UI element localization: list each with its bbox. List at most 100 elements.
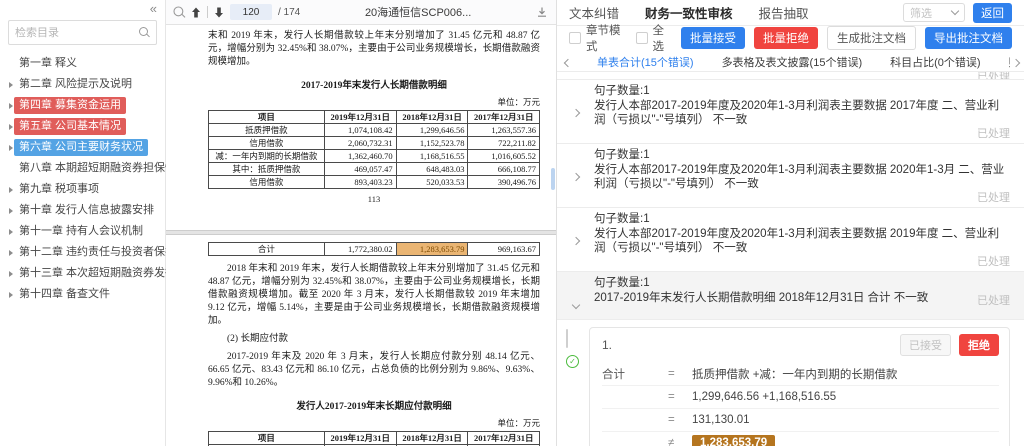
batch-reject-button[interactable]: 批量拒绝 — [754, 27, 818, 49]
checkbox-icon[interactable] — [635, 32, 648, 44]
export-annotation-doc-button[interactable]: 导出批注文档 — [925, 27, 1012, 49]
filter-select[interactable]: 筛选 — [903, 3, 965, 22]
formula-label: 合计 — [602, 368, 625, 381]
sidebar-item-chapter2[interactable]: 第二章 风险提示及说明 — [0, 74, 165, 95]
sidebar-item-chapter5[interactable]: 第五章 公司基本情况 — [0, 116, 165, 137]
error-item-expanded[interactable]: 句子数量:1 2017-2019年末发行人长期借款明细 2018年12月31日 … — [557, 272, 1024, 320]
formula-operator: = — [668, 367, 675, 380]
table-cell: 减：一年内到期的长期借款 — [208, 149, 325, 163]
viewer-scrollbar-thumb[interactable] — [551, 168, 555, 190]
detail-checkbox[interactable] — [566, 329, 568, 348]
table-header: 项目 — [208, 431, 325, 445]
table-cell: 其中：抵质押借款 — [208, 162, 325, 176]
table-cell: 1,263,557.36 — [467, 123, 540, 137]
sentence-count: 句子数量:1 — [594, 85, 650, 97]
sidebar-item-chapter9[interactable]: 第九章 税项事项 — [0, 179, 165, 200]
sidebar-item-chapter10[interactable]: 第十章 发行人信息披露安排 — [0, 200, 165, 221]
pdf-viewer: / 174 20海通恒信SCP006... 末和 2019 年末，发行人长期借款… — [166, 0, 556, 446]
checkbox-icon[interactable] — [569, 32, 581, 44]
error-title: 发行人本部2017-2019年度及2020年1-3月利润表主要数据 2020年1… — [594, 164, 1005, 190]
sidebar-item-chapter6[interactable]: 第六章 公司主要财务状况 — [0, 137, 165, 158]
formula-rows: 合计 = 抵质押借款 +减：一年内到期的长期借款 = 1,299,646.56 … — [590, 360, 1009, 446]
sidebar-item-label: 第十四章 备查文件 — [19, 288, 111, 300]
table-cell: 2,060,732.31 — [323, 136, 397, 150]
collapse-chevron-icon[interactable] — [571, 291, 585, 313]
formula-operator: = — [668, 414, 675, 426]
accepted-check-icon: ✓ — [566, 355, 579, 368]
table-cell: 信用借款 — [208, 175, 325, 189]
table-cell: 520,033.53 — [395, 175, 469, 189]
zoom-icon[interactable] — [173, 5, 185, 18]
table-cell: 1,168,516.55 — [395, 149, 469, 163]
generate-annotation-doc-button[interactable]: 生成批注文档 — [827, 26, 916, 50]
error-item[interactable]: 句子数量:1 发行人本部2017-2019年度及2020年1-3月利润表主要数据… — [557, 80, 1024, 144]
table-cell: 合计 — [208, 242, 325, 256]
sidebar-item-chapter1[interactable]: 第一章 释义 — [0, 53, 165, 74]
sidebar-item-chapter13[interactable]: 第十三章 本次超短期融资券发行的有关机构 — [0, 263, 231, 284]
table-header: 2017年12月31日 — [467, 110, 540, 124]
error-item[interactable]: 句子数量:1 发行人本部2017-2019年度及2020年1-3月利润表主要数据… — [557, 144, 1024, 208]
sidebar-item-chapter4[interactable]: 第四章 募集资金运用 — [0, 95, 165, 116]
table-cell: 抵质押借款 — [208, 123, 325, 137]
error-list: 已处理 句子数量:1 发行人本部2017-2019年度及2020年1-3月利润表… — [557, 72, 1024, 446]
table-header: 2019年12月31日 — [323, 431, 397, 445]
accepted-button[interactable]: 已接受 — [900, 334, 951, 356]
tab-report-extraction[interactable]: 报告抽取 — [759, 3, 809, 22]
formula-row: = 131,130.01 — [602, 408, 999, 431]
batch-action-bar: 章节模式 全选 批量接受 批量拒绝 生成批注文档 导出批注文档 — [557, 25, 1024, 53]
sidebar-item-label: 第六章 公司主要财务状况 — [14, 139, 149, 156]
document-page-113: 末和 2019 年末，发行人长期借款较上年末分别增加了 31.45 亿元和 48… — [166, 25, 556, 230]
sidebar-item-chapter14[interactable]: 第十四章 备查文件 — [0, 284, 165, 305]
subtabs-scroll-left-icon[interactable] — [563, 50, 573, 69]
app-root: « 第一章 释义 第二章 风险提示及说明 第四章 募集资金运用 第五章 公司基本… — [0, 0, 1024, 446]
sub-heading: (2) 长期应付款 — [227, 334, 288, 344]
sidebar-item-chapter12[interactable]: 第十二章 违约责任与投资者保护机制 — [0, 242, 198, 263]
tab-text-correction[interactable]: 文本纠错 — [569, 3, 619, 22]
sentence-count: 句子数量:1 — [594, 277, 650, 289]
formula-operator: = — [668, 391, 675, 403]
document-pages: 末和 2019 年末，发行人长期借款较上年末分别增加了 31.45 亿元和 48… — [166, 25, 556, 446]
subtabs-scroll-right-icon[interactable] — [1010, 50, 1021, 71]
detail-index: 1. — [602, 338, 613, 352]
table-cell: 1,772,380.02 — [323, 242, 397, 256]
chevron-down-icon — [950, 6, 960, 16]
sidebar-item-label: 第五章 公司基本情况 — [14, 118, 127, 135]
subtab-multi-table-disclosure[interactable]: 多表格及表文披露(15个错误) — [720, 50, 865, 71]
table-header-row: 项目 2019年12月31日 2018年12月31日 2017年12月31日 — [208, 110, 540, 124]
reject-button[interactable]: 拒绝 — [959, 334, 999, 356]
search-input[interactable] — [15, 26, 139, 39]
error-title: 发行人本部2017-2019年度及2020年1-3月利润表主要数据 2019年度… — [594, 228, 1000, 254]
error-title: 2017-2019年末发行人长期借款明细 2018年12月31日 合计 不一致 — [594, 292, 929, 304]
sidebar-item-label: 第八章 本期超短期融资券担保情况 — [19, 162, 188, 174]
unit-label: 单位：万元 — [497, 418, 540, 428]
table-row: 信用借款 2,060,732.31 1,152,523.78 722,211.8… — [208, 136, 540, 150]
page-down-icon[interactable] — [214, 7, 224, 18]
expand-chevron-icon[interactable] — [571, 163, 585, 191]
tab-financial-consistency[interactable]: 财务一致性审核 — [645, 3, 733, 22]
subtab-single-table-total[interactable]: 单表合计(15个错误) — [595, 50, 696, 71]
page-number-input[interactable] — [230, 4, 272, 20]
subtab-account-proportion[interactable]: 科目占比(0个错误) — [888, 50, 982, 71]
paragraph: 末和 2019 年末，发行人长期借款较上年末分别增加了 31.45 亿元和 48… — [208, 31, 540, 67]
collapse-sidebar-icon[interactable]: « — [150, 1, 157, 16]
document-page-114: 合计 1,772,380.02 1,283,653.79 969,163.67 … — [166, 235, 556, 446]
sidebar-item-label: 第四章 募集资金运用 — [14, 97, 127, 114]
page-up-icon[interactable] — [191, 7, 201, 18]
batch-accept-button[interactable]: 批量接受 — [681, 27, 745, 49]
back-button[interactable]: 返回 — [973, 2, 1012, 23]
table-cell: 1,152,523.78 — [395, 136, 469, 150]
formula-value: 抵质押借款 +减：一年内到期的长期借款 — [692, 368, 898, 381]
table-title: 2017-2019年末发行人长期借款明细 — [301, 81, 447, 91]
chevron-right-icon — [9, 144, 13, 151]
review-tabbar: 文本纠错 财务一致性审核 报告抽取 筛选 返回 — [557, 0, 1024, 26]
filter-select-value: 筛选 — [910, 7, 932, 20]
sidebar-item-chapter11[interactable]: 第十一章 持有人会议机制 — [0, 221, 165, 242]
download-icon[interactable] — [536, 6, 548, 18]
expand-chevron-icon[interactable] — [571, 227, 585, 255]
viewer-toolbar: / 174 20海通恒信SCP006... — [166, 0, 556, 25]
sidebar-item-chapter8[interactable]: 第八章 本期超短期融资券担保情况 — [0, 158, 187, 179]
expand-chevron-icon[interactable] — [571, 99, 585, 127]
table-header-row: 项目 2019年12月31日 2018年12月31日 2017年12月31日 — [208, 431, 540, 445]
table-cell-error-highlight[interactable]: 1,283,653.79 — [395, 242, 469, 256]
error-item[interactable]: 句子数量:1 发行人本部2017-2019年度及2020年1-3月利润表主要数据… — [557, 208, 1024, 272]
